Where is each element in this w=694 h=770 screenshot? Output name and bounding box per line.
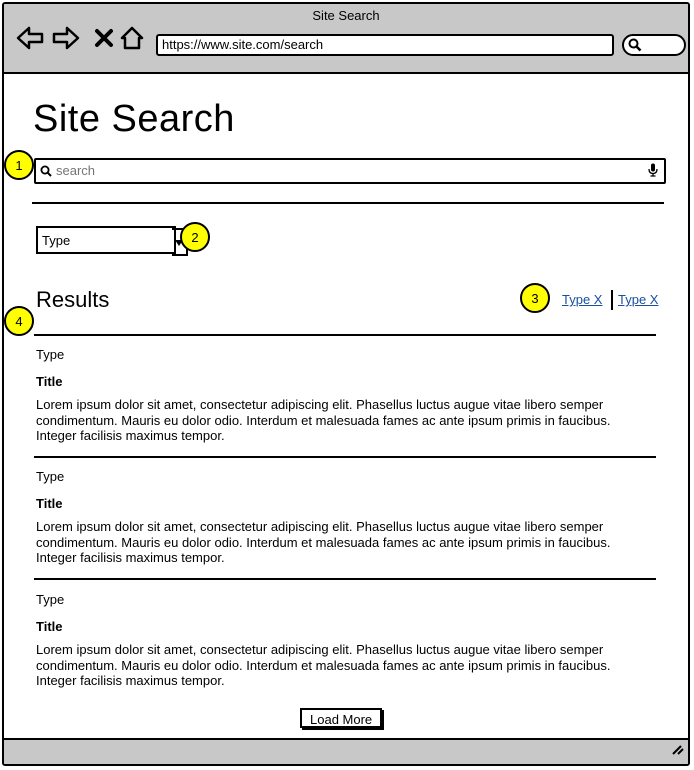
divider bbox=[32, 202, 664, 204]
stop-x-icon[interactable] bbox=[90, 24, 118, 52]
type-select-value: Type bbox=[42, 233, 71, 248]
back-arrow-icon[interactable] bbox=[16, 24, 44, 52]
results-heading: Results bbox=[36, 287, 110, 312]
result-description: Lorem ipsum dolor sit amet, consectetur … bbox=[36, 519, 611, 565]
result-title[interactable]: Title bbox=[36, 374, 63, 389]
annotation-callout-2: 2 bbox=[180, 222, 210, 252]
annotation-callout-3: 3 bbox=[520, 283, 550, 313]
type-select[interactable]: Type bbox=[36, 226, 188, 256]
search-input[interactable] bbox=[56, 161, 636, 179]
search-icon bbox=[628, 38, 642, 57]
result-item[interactable]: Type Title Lorem ipsum dolor sit amet, c… bbox=[36, 592, 636, 696]
site-search-box[interactable] bbox=[34, 158, 666, 184]
divider bbox=[34, 578, 656, 580]
home-icon[interactable] bbox=[118, 24, 146, 52]
search-icon bbox=[40, 164, 52, 182]
filter-link-type-x-2[interactable]: Type X bbox=[618, 292, 658, 307]
result-type: Type bbox=[36, 592, 65, 607]
result-title[interactable]: Title bbox=[36, 496, 63, 511]
browser-chrome: Site Search https://www.site.com/search bbox=[4, 4, 688, 74]
browser-window: Site Search https://www.site.com/search … bbox=[2, 2, 690, 766]
browser-status-bar bbox=[4, 738, 688, 764]
result-title[interactable]: Title bbox=[36, 619, 63, 634]
result-description: Lorem ipsum dolor sit amet, consectetur … bbox=[36, 397, 611, 443]
divider bbox=[34, 334, 656, 336]
result-type: Type bbox=[36, 347, 65, 362]
result-item[interactable]: Type Title Lorem ipsum dolor sit amet, c… bbox=[36, 347, 636, 451]
result-item[interactable]: Type Title Lorem ipsum dolor sit amet, c… bbox=[36, 469, 636, 573]
window-title: Site Search bbox=[312, 8, 380, 23]
annotation-callout-4: 4 bbox=[4, 306, 34, 336]
filter-link-type-x-1[interactable]: Type X bbox=[562, 292, 602, 307]
resize-grip-icon[interactable] bbox=[670, 742, 684, 760]
result-type: Type bbox=[36, 469, 65, 484]
annotation-callout-1: 1 bbox=[4, 150, 34, 180]
divider bbox=[34, 456, 656, 458]
page-title: Site Search bbox=[33, 98, 235, 140]
result-description: Lorem ipsum dolor sit amet, consectetur … bbox=[36, 642, 611, 688]
address-bar[interactable]: https://www.site.com/search bbox=[156, 34, 614, 56]
load-more-button[interactable]: Load More bbox=[300, 708, 383, 728]
browser-search-field[interactable] bbox=[622, 34, 686, 56]
forward-arrow-icon[interactable] bbox=[52, 24, 80, 52]
microphone-icon[interactable] bbox=[648, 163, 658, 182]
filter-separator bbox=[611, 290, 613, 310]
